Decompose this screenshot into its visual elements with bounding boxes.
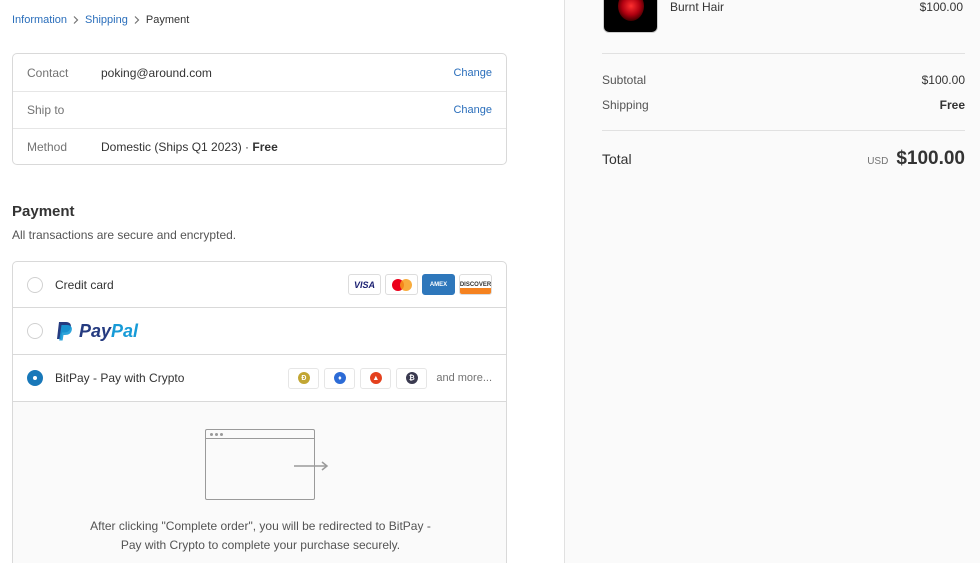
visa-icon: VISA: [348, 274, 381, 295]
subtotal-row: Subtotal $100.00: [602, 73, 965, 87]
product-name: Burnt Hair: [670, 0, 725, 14]
review-row-method: Method Domestic (Ships Q1 2023) · Free: [13, 128, 506, 165]
and-more-text: and more...: [436, 372, 492, 384]
payment-subtitle: All transactions are secure and encrypte…: [12, 228, 237, 242]
redirect-text-line-2: Pay with Crypto to complete your purchas…: [120, 538, 401, 552]
paypal-logo: PayPal: [55, 321, 138, 342]
mastercard-icon: [385, 274, 418, 295]
discover-icon: DISCOVER: [459, 274, 492, 295]
amex-icon: AMEX: [422, 274, 455, 295]
paypal-wordmark: PayPal: [79, 320, 139, 341]
card-logos: VISA AMEX DISCOVER: [348, 274, 492, 295]
shipping-label: Shipping: [602, 98, 649, 112]
shipping-value: Free: [939, 98, 965, 112]
review-block: Contact poking@around.com Change Ship to…: [12, 53, 507, 165]
chevron-right-icon: [128, 14, 146, 26]
credit-card-label: Credit card: [55, 277, 114, 292]
change-contact-link[interactable]: Change: [453, 67, 492, 79]
change-ship-to-link[interactable]: Change: [453, 104, 492, 116]
order-summary: Burnt Hair $100.00 Subtotal $100.00 Ship…: [564, 0, 980, 563]
redirect-text-line-1: After clicking "Complete order", you wil…: [90, 519, 431, 533]
ship-to-label: Ship to: [27, 103, 65, 117]
review-row-contact: Contact poking@around.com Change: [13, 54, 506, 91]
breadcrumb-information[interactable]: Information: [12, 14, 67, 26]
contact-value: poking@around.com: [101, 65, 212, 80]
bitpay-label: BitPay - Pay with Crypto: [55, 371, 185, 385]
total-currency: USD: [867, 156, 889, 167]
review-row-ship-to: Ship to Change: [13, 91, 506, 128]
redirect-info: After clicking "Complete order", you wil…: [13, 402, 506, 563]
bitcoin-icon: ₿: [396, 367, 428, 389]
subtotal-label: Subtotal: [602, 73, 647, 87]
payment-options: Credit card VISA AMEX DISCOVER PayPal Bi…: [12, 261, 507, 563]
method-value: Domestic (Ships Q1 2023) · Free: [101, 140, 492, 154]
shipping-row: Shipping Free: [602, 98, 965, 112]
subtotal-value: $100.00: [921, 73, 965, 87]
credit-card-radio[interactable]: [27, 276, 43, 293]
divider: [602, 53, 965, 54]
payment-title: Payment: [12, 203, 75, 220]
breadcrumb-shipping[interactable]: Shipping: [85, 14, 128, 26]
contact-label: Contact: [27, 65, 69, 80]
method-label: Method: [27, 140, 68, 154]
paypal-radio[interactable]: [27, 323, 43, 339]
method-text: Domestic (Ships Q1 2023) ·: [101, 140, 253, 154]
breadcrumb: Information Shipping Payment: [12, 14, 189, 26]
ethereum-icon: ♦: [324, 367, 356, 389]
crypto-logos: Ð ♦ ▲ ₿ and more...: [288, 367, 492, 389]
payment-option-bitpay[interactable]: BitPay - Pay with Crypto Ð ♦ ▲ ₿ and mor…: [13, 355, 506, 402]
payment-option-credit-card[interactable]: Credit card VISA AMEX DISCOVER: [13, 262, 506, 308]
shiba-icon: ▲: [360, 367, 392, 389]
product-thumbnail: [603, 0, 658, 33]
product-price: $100.00: [919, 0, 963, 14]
total-amount: USD $100.00: [867, 148, 965, 170]
dogecoin-icon: Ð: [288, 367, 320, 389]
redirect-text: After clicking "Complete order", you wil…: [13, 517, 506, 555]
total-value: $100.00: [896, 148, 965, 169]
checkout-main: Information Shipping Payment Contact pok…: [0, 0, 564, 563]
bitpay-radio[interactable]: [27, 370, 43, 386]
total-row: Total USD $100.00: [602, 148, 965, 170]
breadcrumb-payment: Payment: [145, 14, 190, 26]
total-label: Total: [602, 151, 632, 167]
divider: [602, 130, 965, 131]
paypal-icon: [57, 322, 72, 341]
payment-option-paypal[interactable]: PayPal: [13, 308, 506, 355]
method-price: Free: [252, 140, 278, 154]
arrow-right-icon: [294, 461, 329, 471]
chevron-right-icon: [67, 14, 85, 26]
